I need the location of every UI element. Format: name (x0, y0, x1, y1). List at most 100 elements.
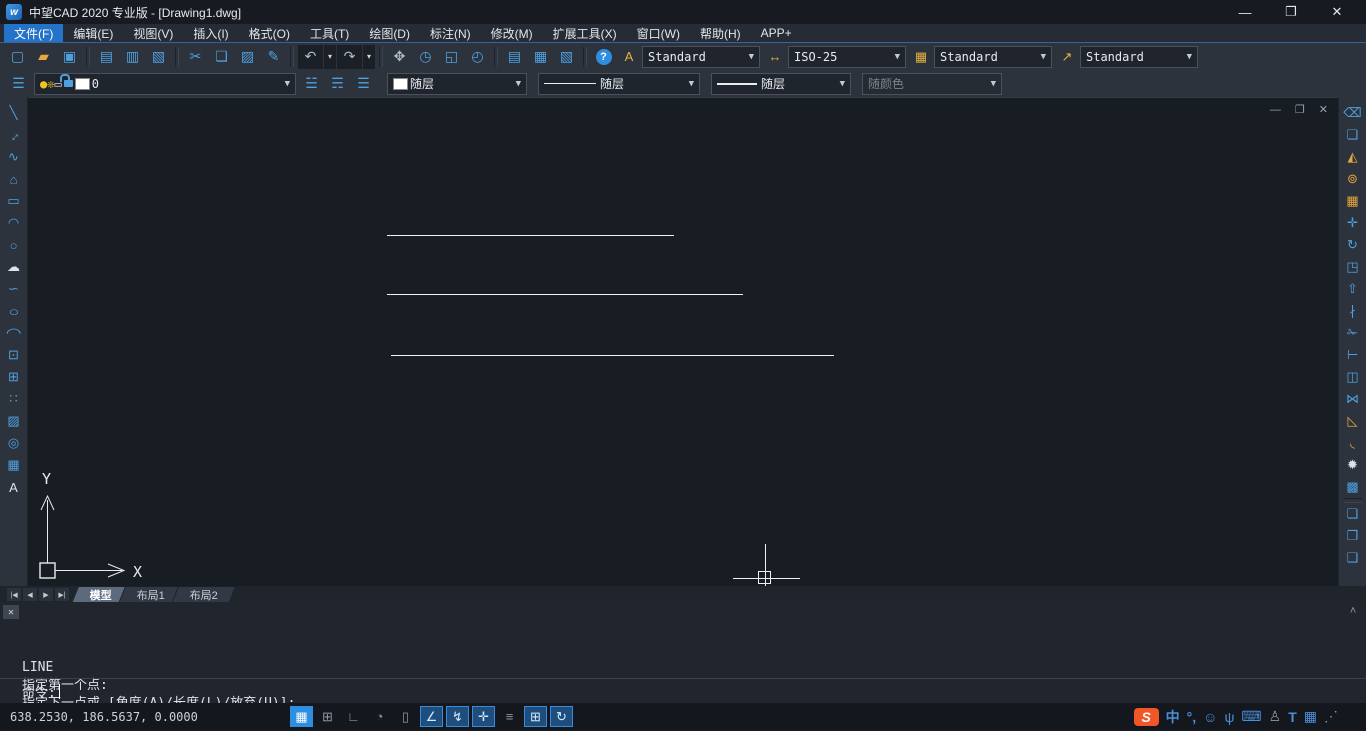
linetype-select[interactable]: 随层 ▼ (538, 73, 700, 95)
polygon-button[interactable]: ⌂ (2, 168, 26, 190)
line-button[interactable]: ╲ (2, 102, 26, 124)
plot-button[interactable]: ▧ (146, 45, 171, 69)
chevron-down-icon[interactable]: ▼ (840, 79, 845, 89)
menu-draw[interactable]: 绘图(D) (359, 24, 420, 42)
layer-previous-button[interactable]: ☴ (325, 72, 350, 96)
draworder-above-button[interactable]: ❑ (1341, 547, 1365, 569)
tab-last-button[interactable]: ▶| (55, 588, 69, 601)
mtext-button[interactable]: A (2, 476, 26, 498)
ime-punctuation-icon[interactable]: °, (1187, 709, 1197, 725)
style-select[interactable]: Standard ▼ (642, 46, 760, 68)
rotate-button[interactable]: ↻ (1341, 234, 1365, 256)
etrack-toggle[interactable]: ↯ (446, 706, 469, 727)
quickprop-toggle[interactable]: ⊞ (524, 706, 547, 727)
offset-button[interactable]: ⊚ (1341, 168, 1365, 190)
zoom-realtime-button[interactable]: ◷ (413, 45, 438, 69)
array-button[interactable]: ▦ (1341, 190, 1365, 212)
ime-keyboard-icon[interactable]: ⌨ (1241, 708, 1261, 725)
style-select[interactable]: ISO-25 ▼ (788, 46, 906, 68)
ime-voice-icon[interactable]: ψ (1224, 709, 1234, 725)
menu-file[interactable]: 文件(F) (4, 24, 63, 42)
dyn-toggle[interactable]: ✛ (472, 706, 495, 727)
tab-layout2[interactable]: 布局2 (172, 586, 237, 602)
command-prompt-row[interactable]: 命令: (22, 682, 60, 701)
layer-freeze-icon[interactable]: ❊ (47, 77, 54, 91)
extend-button[interactable]: ⊢ (1341, 344, 1365, 366)
chamfer-button[interactable]: ◺ (1341, 410, 1365, 432)
erase-button[interactable]: ⌫ (1341, 102, 1365, 124)
menu-app-plus[interactable]: APP+ (751, 24, 802, 42)
separator[interactable] (583, 47, 587, 67)
menu-insert[interactable]: 插入(I) (183, 24, 238, 42)
point-button[interactable]: ∷ (2, 388, 26, 410)
zoom-previous-button[interactable]: ◴ (465, 45, 490, 69)
ime-shirt-icon[interactable]: T (1288, 709, 1297, 725)
xline-button[interactable]: ↔ (2, 124, 26, 146)
style-select[interactable]: Standard ▼ (934, 46, 1052, 68)
draworder-back-button[interactable]: ❐ (1341, 525, 1365, 547)
annotation-toggle[interactable]: ↻ (550, 706, 573, 727)
minimize-button[interactable]: — (1222, 0, 1268, 24)
copy-clip-button[interactable]: ❏ (209, 45, 234, 69)
ortho-toggle[interactable]: ∟ (342, 706, 365, 727)
layer-select[interactable]: ● ❊ ▭ 0 ▼ (34, 73, 296, 95)
doc-close-button[interactable]: ✕ (1319, 103, 1328, 116)
trim-button[interactable]: ✁ (1341, 322, 1365, 344)
chevron-down-icon[interactable]: ▼ (689, 79, 694, 89)
region-button[interactable]: ◎ (2, 432, 26, 454)
print-button[interactable]: ▤ (94, 45, 119, 69)
set-layer-current-button[interactable]: ☱ (299, 72, 324, 96)
new-file-button[interactable]: ▢ (5, 45, 30, 69)
chevron-down-icon[interactable]: ▼ (749, 52, 754, 62)
scale-button[interactable]: ◳ (1341, 256, 1365, 278)
menu-edit[interactable]: 编辑(E) (63, 24, 123, 42)
drawing-canvas[interactable]: —❐✕ Y X (28, 97, 1338, 586)
polyline-button[interactable]: ∿ (2, 146, 26, 168)
chevron-down-icon[interactable]: ▼ (285, 79, 290, 89)
separator[interactable] (379, 47, 383, 67)
help-button[interactable]: ? (591, 45, 616, 69)
polar-toggle[interactable]: ◔ (368, 706, 391, 727)
menu-view[interactable]: 视图(V) (123, 24, 183, 42)
undo-button[interactable]: ↶ (298, 45, 323, 69)
explode-button[interactable]: ✹ (1341, 454, 1365, 476)
table-button[interactable]: ▦ (2, 454, 26, 476)
menu-modify[interactable]: 修改(M) (481, 24, 543, 42)
print-preview-button[interactable]: ▥ (120, 45, 145, 69)
separator[interactable] (290, 47, 294, 67)
ime-expand-icon[interactable]: ⋰ (1324, 708, 1338, 725)
ducs-toggle[interactable]: ▯ (394, 706, 417, 727)
doc-restore-button[interactable]: ❐ (1295, 103, 1305, 116)
menu-express[interactable]: 扩展工具(X) (543, 24, 627, 42)
hatch-button[interactable]: ▨ (2, 410, 26, 432)
chevron-down-icon[interactable]: ▼ (895, 52, 900, 62)
save-button[interactable]: ▣ (57, 45, 82, 69)
ime-skin-person-icon[interactable]: ♙ (1269, 708, 1282, 725)
block-editor-button[interactable]: ▩ (1341, 476, 1365, 498)
circle-button[interactable]: ○ (2, 234, 26, 256)
rectangle-button[interactable]: ▭ (2, 190, 26, 212)
command-expand-button[interactable]: ˄ (1344, 603, 1362, 619)
ime-toolbox-icon[interactable]: ▦ (1304, 708, 1317, 725)
ellipse-arc-button[interactable]: ◠ (2, 322, 26, 344)
menu-window[interactable]: 窗口(W) (627, 24, 690, 42)
doc-minimize-button[interactable]: — (1270, 104, 1281, 116)
command-close-button[interactable]: ✕ (3, 605, 19, 619)
tool-palettes-button[interactable]: ▦ (528, 45, 553, 69)
lengthen-button[interactable]: ∤ (1341, 300, 1365, 322)
open-file-button[interactable]: ▰ (31, 45, 56, 69)
sogou-logo-icon[interactable]: S (1134, 708, 1159, 726)
arc-button[interactable]: ◠ (2, 212, 26, 234)
break-button[interactable]: ◫ (1341, 366, 1365, 388)
menu-help[interactable]: 帮助(H) (690, 24, 751, 42)
join-button[interactable]: ⋈ (1341, 388, 1365, 410)
zoom-window-button[interactable]: ◱ (439, 45, 464, 69)
redo-dropdown-arrow[interactable]: ▾ (363, 45, 375, 69)
mirror-button[interactable]: ◭ (1341, 146, 1365, 168)
grid-toggle[interactable]: ⊞ (316, 706, 339, 727)
redo-button[interactable]: ↷ (337, 45, 362, 69)
tab-next-button[interactable]: ▶ (39, 588, 53, 601)
menu-format[interactable]: 格式(O) (239, 24, 300, 42)
designcenter-button[interactable]: ▧ (554, 45, 579, 69)
paste-button[interactable]: ▨ (235, 45, 260, 69)
